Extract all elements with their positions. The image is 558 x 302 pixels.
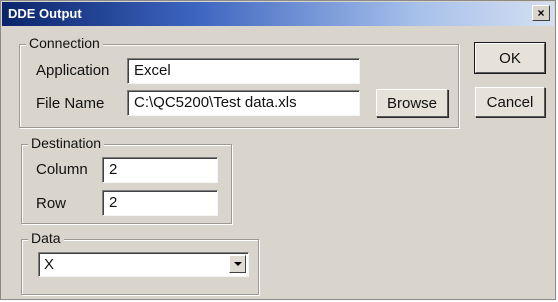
- application-label: Application: [36, 62, 110, 79]
- data-group: Data X: [21, 230, 259, 295]
- title-bar[interactable]: DDE Output ×: [2, 2, 554, 26]
- connection-legend: Connection: [26, 35, 103, 51]
- column-label: Column: [36, 161, 88, 178]
- column-field[interactable]: 2: [102, 157, 218, 183]
- row-label: Row: [36, 195, 67, 212]
- data-select-value: X: [44, 256, 55, 273]
- file-name-label: File Name: [36, 95, 105, 112]
- dde-output-dialog: DDE Output × Connection Application Exce…: [0, 0, 556, 300]
- chevron-down-icon: [233, 262, 242, 266]
- data-select[interactable]: X: [38, 252, 249, 277]
- browse-button[interactable]: Browse: [376, 89, 448, 117]
- close-button[interactable]: ×: [532, 5, 550, 21]
- connection-group: Connection Application Excel File Name C…: [19, 35, 459, 128]
- application-field[interactable]: Excel: [127, 58, 360, 84]
- ok-button[interactable]: OK: [474, 42, 546, 74]
- destination-legend: Destination: [28, 135, 105, 151]
- row-field[interactable]: 2: [102, 190, 218, 216]
- close-icon: ×: [537, 6, 545, 20]
- dropdown-button[interactable]: [229, 255, 246, 273]
- cancel-button[interactable]: Cancel: [475, 87, 545, 117]
- data-legend: Data: [28, 230, 64, 246]
- file-name-field[interactable]: C:\QC5200\Test data.xls: [127, 90, 360, 116]
- destination-group: Destination Column 2 Row 2: [21, 135, 232, 224]
- window-title: DDE Output: [8, 6, 82, 21]
